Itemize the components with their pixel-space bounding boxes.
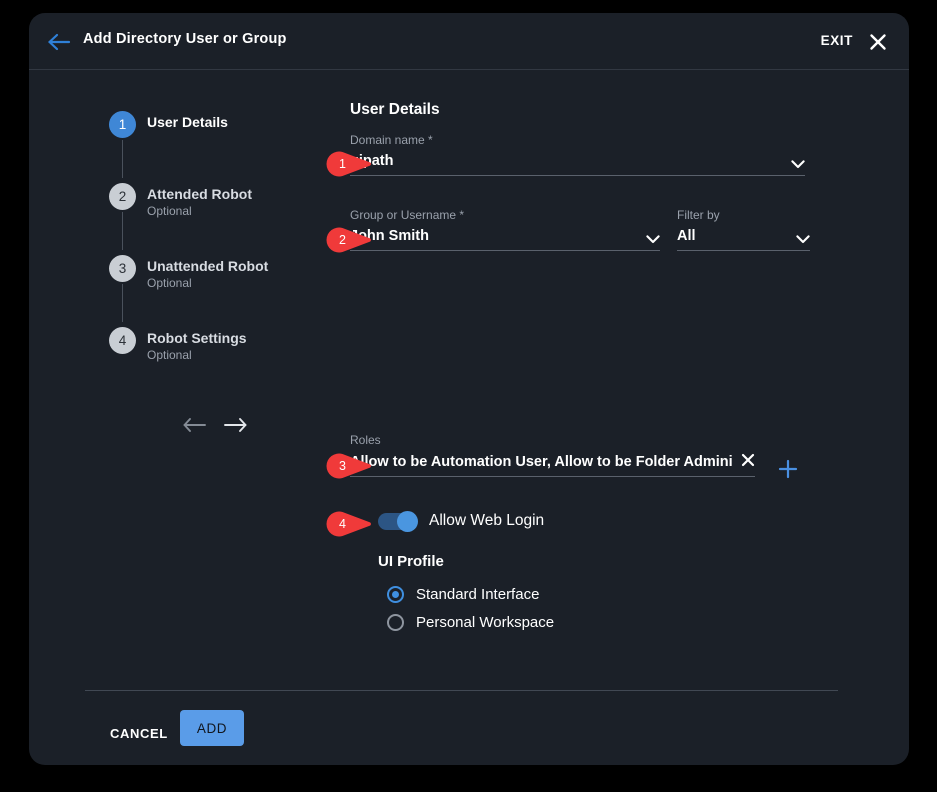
- toggle-knob: [397, 511, 418, 532]
- chevron-down-icon[interactable]: [796, 231, 810, 240]
- roles-select[interactable]: Allow to be Automation User, Allow to be…: [350, 453, 755, 477]
- step-number-badge: 3: [109, 255, 136, 282]
- domain-name-label: Domain name *: [350, 133, 805, 147]
- step-number-badge: 2: [109, 183, 136, 210]
- radio-standard-interface[interactable]: Standard Interface: [387, 580, 554, 608]
- step-number-badge: 4: [109, 327, 136, 354]
- exit-button[interactable]: EXIT: [821, 33, 853, 48]
- roles-value[interactable]: Allow to be Automation User, Allow to be…: [350, 454, 733, 470]
- callout-marker-3: 3: [326, 453, 372, 479]
- step-connector: [122, 212, 123, 250]
- step-unattended-robot[interactable]: 3 Unattended Robot Optional: [109, 255, 309, 327]
- radio-label: Personal Workspace: [416, 614, 554, 631]
- callout-marker-1: 1: [326, 151, 372, 177]
- clear-roles-close-icon[interactable]: [741, 453, 755, 467]
- step-robot-settings[interactable]: 4 Robot Settings Optional: [109, 327, 309, 399]
- chevron-down-icon[interactable]: [646, 231, 660, 240]
- ui-profile-group: UI Profile Standard Interface Personal W…: [378, 553, 554, 636]
- add-role-plus-icon[interactable]: [778, 459, 798, 479]
- allow-web-login-row: Allow Web Login: [378, 512, 544, 530]
- dialog-header: Add Directory User or Group EXIT: [29, 13, 909, 70]
- allow-web-login-toggle[interactable]: [378, 513, 416, 530]
- step-sublabel: Optional: [147, 276, 192, 290]
- filter-by-value[interactable]: All: [677, 228, 790, 244]
- step-label: Robot Settings: [147, 330, 247, 346]
- roles-field: Roles Allow to be Automation User, Allow…: [350, 433, 755, 477]
- step-attended-robot[interactable]: 2 Attended Robot Optional: [109, 183, 309, 255]
- step-label: User Details: [147, 114, 228, 130]
- domain-name-select[interactable]: uipath: [350, 153, 805, 176]
- radio-personal-workspace[interactable]: Personal Workspace: [387, 608, 554, 636]
- group-or-username-value[interactable]: John Smith: [350, 228, 640, 244]
- back-arrow-icon[interactable]: [46, 32, 72, 52]
- cancel-button[interactable]: CANCEL: [100, 718, 178, 749]
- step-label: Unattended Robot: [147, 258, 268, 274]
- group-or-username-label: Group or Username *: [350, 208, 660, 222]
- allow-web-login-label: Allow Web Login: [429, 512, 544, 530]
- previous-step-arrow-icon[interactable]: [181, 414, 209, 436]
- close-icon[interactable]: [869, 33, 887, 51]
- domain-name-value[interactable]: uipath: [350, 153, 785, 169]
- ui-profile-title: UI Profile: [378, 553, 554, 570]
- radio-button-icon[interactable]: [387, 586, 404, 603]
- step-connector: [122, 284, 123, 322]
- group-or-username-select[interactable]: John Smith: [350, 228, 660, 251]
- step-sublabel: Optional: [147, 204, 192, 218]
- callout-number: 4: [326, 511, 359, 537]
- filter-by-select[interactable]: All: [677, 228, 810, 251]
- add-directory-user-dialog: Add Directory User or Group EXIT 1 User …: [29, 13, 909, 765]
- filter-by-field: Filter by All: [677, 208, 810, 251]
- roles-label: Roles: [350, 433, 755, 447]
- group-or-username-field: Group or Username * John Smith: [350, 208, 660, 251]
- step-connector: [122, 140, 123, 178]
- callout-marker-2: 2: [326, 227, 372, 253]
- screen-background: Add Directory User or Group EXIT 1 User …: [0, 0, 937, 792]
- wizard-stepper: 1 User Details 2 Attended Robot Optional…: [109, 111, 309, 399]
- wizard-nav-arrows: [181, 411, 291, 445]
- callout-number: 3: [326, 453, 359, 479]
- step-sublabel: Optional: [147, 348, 192, 362]
- filter-by-label: Filter by: [677, 208, 810, 222]
- chevron-down-icon[interactable]: [791, 156, 805, 165]
- step-label: Attended Robot: [147, 186, 252, 202]
- form-section-title: User Details: [350, 101, 440, 119]
- callout-number: 2: [326, 227, 359, 253]
- page-title: Add Directory User or Group: [83, 31, 287, 47]
- step-number-badge: 1: [109, 111, 136, 138]
- next-step-arrow-icon[interactable]: [221, 414, 249, 436]
- radio-label: Standard Interface: [416, 586, 539, 603]
- step-user-details[interactable]: 1 User Details: [109, 111, 309, 183]
- footer-divider: [85, 690, 838, 691]
- radio-button-icon[interactable]: [387, 614, 404, 631]
- callout-marker-4: 4: [326, 511, 372, 537]
- callout-number: 1: [326, 151, 359, 177]
- domain-name-field: Domain name * uipath: [350, 133, 805, 176]
- add-button[interactable]: ADD: [180, 710, 244, 746]
